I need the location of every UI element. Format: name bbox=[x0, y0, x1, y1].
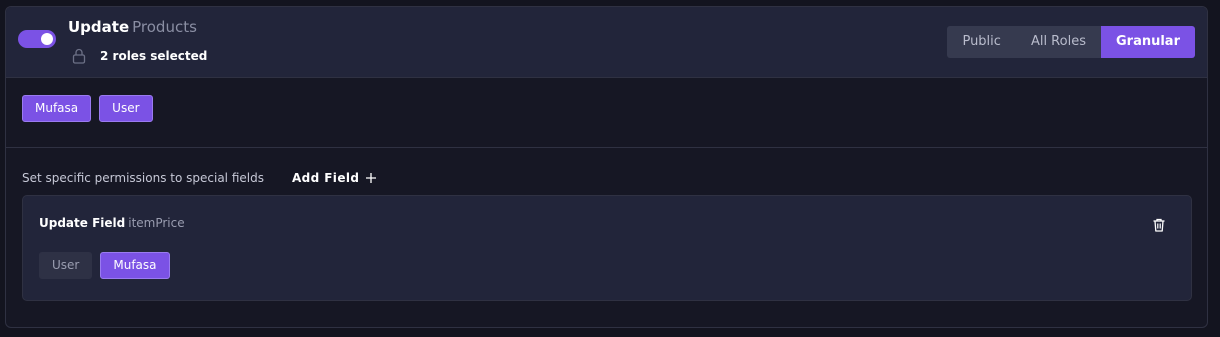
permission-header: Update Products 2 roles selected Public A… bbox=[6, 7, 1207, 78]
lock-icon bbox=[72, 48, 86, 64]
field-action-label: Update Field bbox=[39, 216, 126, 230]
add-field-label: Add Field bbox=[291, 171, 360, 185]
toggle-knob bbox=[41, 33, 53, 45]
field-name-label: itemPrice bbox=[128, 216, 185, 230]
visibility-segmented-control: Public All Roles Granular bbox=[947, 26, 1195, 58]
field-permission-title: Update Field itemPrice bbox=[39, 216, 185, 230]
entity-label: Products bbox=[132, 18, 197, 36]
field-permission-card: Update Field itemPrice User Mufasa bbox=[22, 195, 1192, 301]
visibility-option-all-roles[interactable]: All Roles bbox=[1015, 26, 1101, 58]
field-permissions-header: Set specific permissions to special fiel… bbox=[22, 171, 377, 185]
role-chips: Mufasa User bbox=[22, 95, 153, 122]
visibility-option-granular[interactable]: Granular bbox=[1100, 26, 1195, 58]
trash-icon[interactable] bbox=[1151, 217, 1167, 233]
field-permissions-description: Set specific permissions to special fiel… bbox=[22, 171, 264, 185]
role-chip-user[interactable]: User bbox=[99, 95, 153, 122]
permission-title: Update Products bbox=[68, 18, 197, 36]
field-role-chip-user[interactable]: User bbox=[39, 252, 93, 279]
plus-icon bbox=[366, 173, 377, 183]
visibility-option-public[interactable]: Public bbox=[947, 26, 1016, 58]
field-role-chip-mufasa[interactable]: Mufasa bbox=[100, 252, 170, 279]
selected-roles-count: 2 roles selected bbox=[100, 49, 208, 63]
section-divider bbox=[6, 147, 1207, 148]
action-label: Update bbox=[68, 18, 130, 36]
permission-card: Update Products 2 roles selected Public A… bbox=[5, 6, 1208, 328]
enable-toggle[interactable] bbox=[18, 30, 56, 48]
field-role-chips: User Mufasa bbox=[39, 252, 170, 279]
add-field-button[interactable]: Add Field bbox=[292, 171, 377, 185]
selected-roles-summary: 2 roles selected bbox=[68, 47, 207, 65]
role-chip-mufasa[interactable]: Mufasa bbox=[22, 95, 92, 122]
